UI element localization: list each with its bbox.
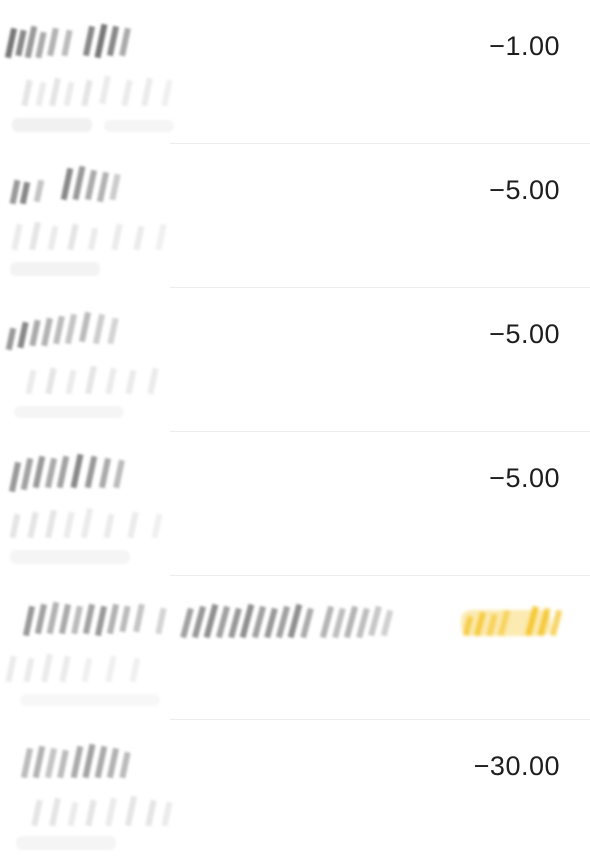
transaction-row[interactable]: −30.00 <box>0 720 590 864</box>
transaction-row[interactable]: −5.00 <box>0 432 590 576</box>
transaction-amount: −30.00 <box>473 751 560 781</box>
transaction-row[interactable]: −1.00 <box>0 0 590 144</box>
blurred-transaction-details <box>4 586 188 716</box>
blurred-highlighted-amount <box>455 592 575 652</box>
transaction-row[interactable]: −5.00 <box>0 144 590 288</box>
blurred-transaction-details <box>4 10 188 140</box>
blurred-transaction-details <box>4 442 188 572</box>
transaction-amount: −5.00 <box>489 463 560 493</box>
transaction-row[interactable] <box>0 576 590 720</box>
transaction-amount: −1.00 <box>489 31 560 61</box>
transaction-row[interactable]: −5.00 <box>0 288 590 432</box>
blurred-transaction-details <box>4 730 188 860</box>
transaction-amount: −5.00 <box>489 319 560 349</box>
transaction-list: −1.00 −5.00 −5.00 −5.00 −30.00 <box>0 0 590 854</box>
transaction-amount: −5.00 <box>489 175 560 205</box>
blurred-transaction-details <box>4 154 188 284</box>
blurred-transaction-details <box>4 298 188 428</box>
blurred-transaction-description <box>180 588 420 658</box>
